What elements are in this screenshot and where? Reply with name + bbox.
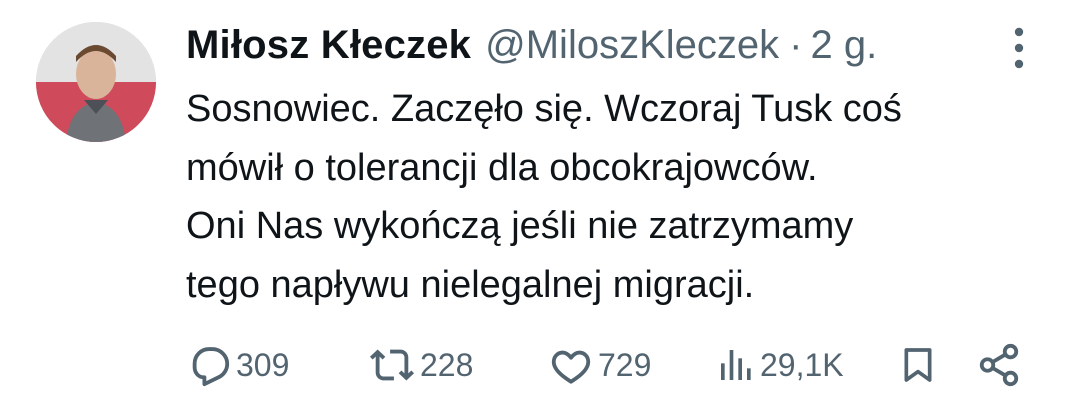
reply-count: 309 <box>236 347 290 383</box>
retweet-count: 228 <box>420 347 474 383</box>
reply-icon <box>186 342 232 388</box>
tweet-text: Sosnowiec. Zaczęło się. Wczoraj Tusk coś… <box>186 80 1056 314</box>
avatar[interactable] <box>36 22 156 142</box>
retweet-button[interactable]: 228 <box>368 338 473 392</box>
bookmark-button[interactable] <box>898 338 938 392</box>
more-icon[interactable] <box>1007 26 1031 70</box>
views-count: 29,1K <box>760 347 844 383</box>
tweet-text-line: mówił o tolerancji dla obcokrajowców. <box>186 146 818 189</box>
bookmark-icon <box>898 342 938 388</box>
like-button[interactable]: 729 <box>548 338 651 392</box>
author-handle[interactable]: @MiloszKleczek <box>485 18 779 72</box>
retweet-icon <box>368 342 416 388</box>
tweet-text-line: Oni Nas wykończą jeśli nie zatrzymamy <box>186 205 854 247</box>
action-bar: 309 228 729 29,1K <box>186 338 1036 392</box>
share-icon <box>976 342 1022 388</box>
timestamp[interactable]: 2 g. <box>810 18 877 72</box>
tweet-text-line: Sosnowiec. Zaczęło się. Wczoraj Tusk coś <box>186 88 902 130</box>
reply-button[interactable]: 309 <box>186 338 289 392</box>
separator-dot: · <box>789 23 803 67</box>
views-icon <box>716 342 756 388</box>
author-name[interactable]: Miłosz Kłeczek <box>186 18 471 72</box>
views-button[interactable]: 29,1K <box>716 338 844 392</box>
share-button[interactable] <box>976 338 1022 392</box>
tweet-text-line: tego napływu nielegalnej migracji. <box>186 263 755 306</box>
tweet-header: Miłosz Kłeczek @MiloszKleczek · 2 g. <box>186 18 877 72</box>
like-count: 729 <box>598 347 652 383</box>
like-icon <box>548 342 594 388</box>
